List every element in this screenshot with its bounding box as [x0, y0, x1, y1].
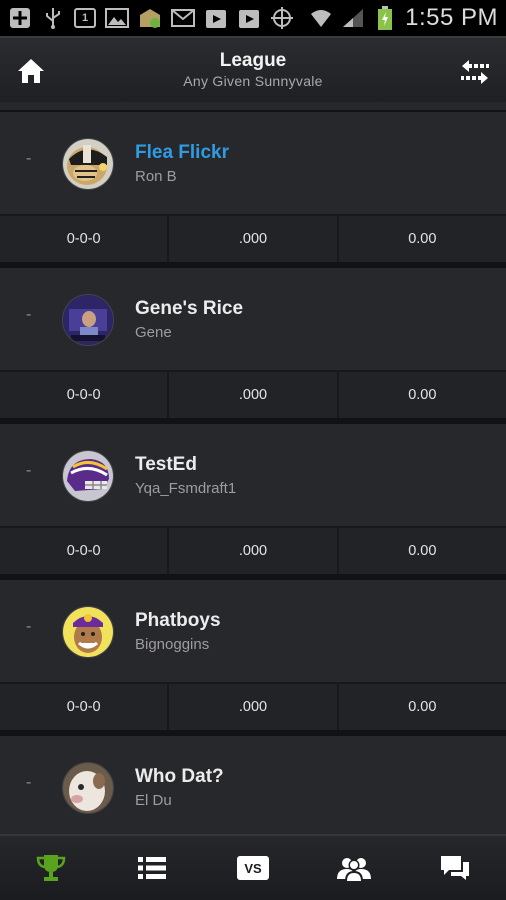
team-record: 0-0-0 [0, 528, 170, 574]
bottom-nav: VS [0, 834, 506, 900]
helmet-avatar-icon [63, 451, 113, 501]
swap-arrows-icon [461, 60, 489, 84]
team-card[interactable]: - Flea Flickr Ron B 0-0-0 .000 0.00 [0, 112, 506, 262]
team-stats: 0-0-0 .000 0.00 [0, 216, 506, 262]
chat-icon [441, 856, 470, 880]
team-owner: Ron B [135, 168, 177, 185]
group-icon [337, 858, 372, 881]
team-avatar [62, 138, 114, 190]
team-record: 0-0-0 [0, 216, 170, 262]
list-icon [137, 857, 166, 879]
team-owner: Yqa_Fsmdraft1 [135, 480, 237, 497]
add-notification-icon [8, 7, 32, 29]
team-header[interactable]: - Gene's Rice Gene [0, 268, 506, 372]
team-card[interactable]: - TestEd Yqa_Fsmdraft1 0-0-0 .000 0.00 [0, 424, 506, 574]
team-rank: - [26, 462, 32, 479]
play-store-icon-2 [237, 7, 261, 29]
trophy-icon [36, 855, 65, 881]
team-header[interactable]: - TestEd Yqa_Fsmdraft1 [0, 424, 506, 528]
vs-label: VS [244, 860, 262, 876]
team-card[interactable]: - Gene's Rice Gene 0-0-0 .000 0.00 [0, 268, 506, 418]
team-record: 0-0-0 [0, 684, 170, 730]
team-name[interactable]: TestEd [135, 454, 197, 476]
team-win-pct: .000 [169, 372, 339, 418]
team-rank: - [26, 306, 32, 323]
team-name[interactable]: Flea Flickr [135, 142, 229, 164]
team-win-pct: .000 [169, 528, 339, 574]
page-title: League [219, 50, 287, 71]
football-helmet-avatar-icon [63, 139, 113, 189]
play-store-icon [204, 7, 228, 29]
team-points: 0.00 [408, 699, 437, 715]
team-avatar [62, 762, 114, 814]
nav-teams[interactable] [304, 836, 405, 900]
team-name[interactable]: Phatboys [135, 610, 221, 632]
list-item-partial [0, 102, 506, 112]
app-header: League Any Given Sunnyvale [0, 36, 506, 102]
package-icon [138, 7, 162, 29]
usb-icon [41, 7, 65, 29]
team-stats: 0-0-0 .000 0.00 [0, 372, 506, 418]
image-icon [105, 7, 129, 29]
team-owner: El Du [135, 792, 172, 809]
team-rank: - [26, 774, 32, 791]
team-owner: Gene [135, 324, 172, 341]
dog-photo-avatar-icon [63, 763, 113, 813]
signal-icon [341, 7, 365, 29]
standings-list[interactable]: - Flea Flickr Ron B 0-0-0 .000 0.00 - Ge… [0, 102, 506, 834]
team-avatar [62, 450, 114, 502]
team-header[interactable]: - Phatboys Bignoggins [0, 580, 506, 684]
team-card[interactable]: - Phatboys Bignoggins 0-0-0 .000 0.00 [0, 580, 506, 730]
team-points: 0.00 [408, 231, 437, 247]
battery-icon [373, 6, 397, 30]
status-bar: 1 1:55 PM [0, 0, 506, 36]
nav-chat[interactable] [405, 836, 506, 900]
status-time: 1:55 PM [405, 4, 498, 31]
nav-standings[interactable] [0, 836, 101, 900]
team-name[interactable]: Gene's Rice [135, 298, 243, 320]
team-rank: - [26, 618, 32, 635]
team-stats: 0-0-0 .000 0.00 [0, 684, 506, 730]
vs-icon: VS [237, 856, 269, 880]
team-win-pct: .000 [169, 684, 339, 730]
team-points: 0.00 [408, 387, 437, 403]
team-header[interactable]: - Flea Flickr Ron B [0, 112, 506, 216]
team-owner: Bignoggins [135, 636, 210, 653]
team-win-pct: .000 [169, 216, 339, 262]
team-card[interactable]: - Who Dat? El Du [0, 736, 506, 834]
email-icon [171, 7, 195, 29]
team-name[interactable]: Who Dat? [135, 766, 224, 788]
cartoon-avatar-icon [63, 607, 113, 657]
team-rank: - [26, 150, 32, 167]
team-points: 0.00 [408, 543, 437, 559]
photo-avatar-icon [63, 295, 113, 345]
gps-icon [270, 7, 294, 29]
team-record: 0-0-0 [0, 372, 170, 418]
team-avatar [62, 606, 114, 658]
team-stats: 0-0-0 .000 0.00 [0, 528, 506, 574]
nav-matchup[interactable]: VS [202, 836, 303, 900]
league-name: Any Given Sunnyvale [183, 73, 323, 89]
team-header[interactable]: - Who Dat? El Du [0, 736, 506, 834]
switch-league-button[interactable] [458, 54, 492, 88]
calendar-icon: 1 [74, 8, 96, 28]
team-avatar [62, 294, 114, 346]
nav-list[interactable] [101, 836, 202, 900]
wifi-icon [309, 7, 333, 29]
